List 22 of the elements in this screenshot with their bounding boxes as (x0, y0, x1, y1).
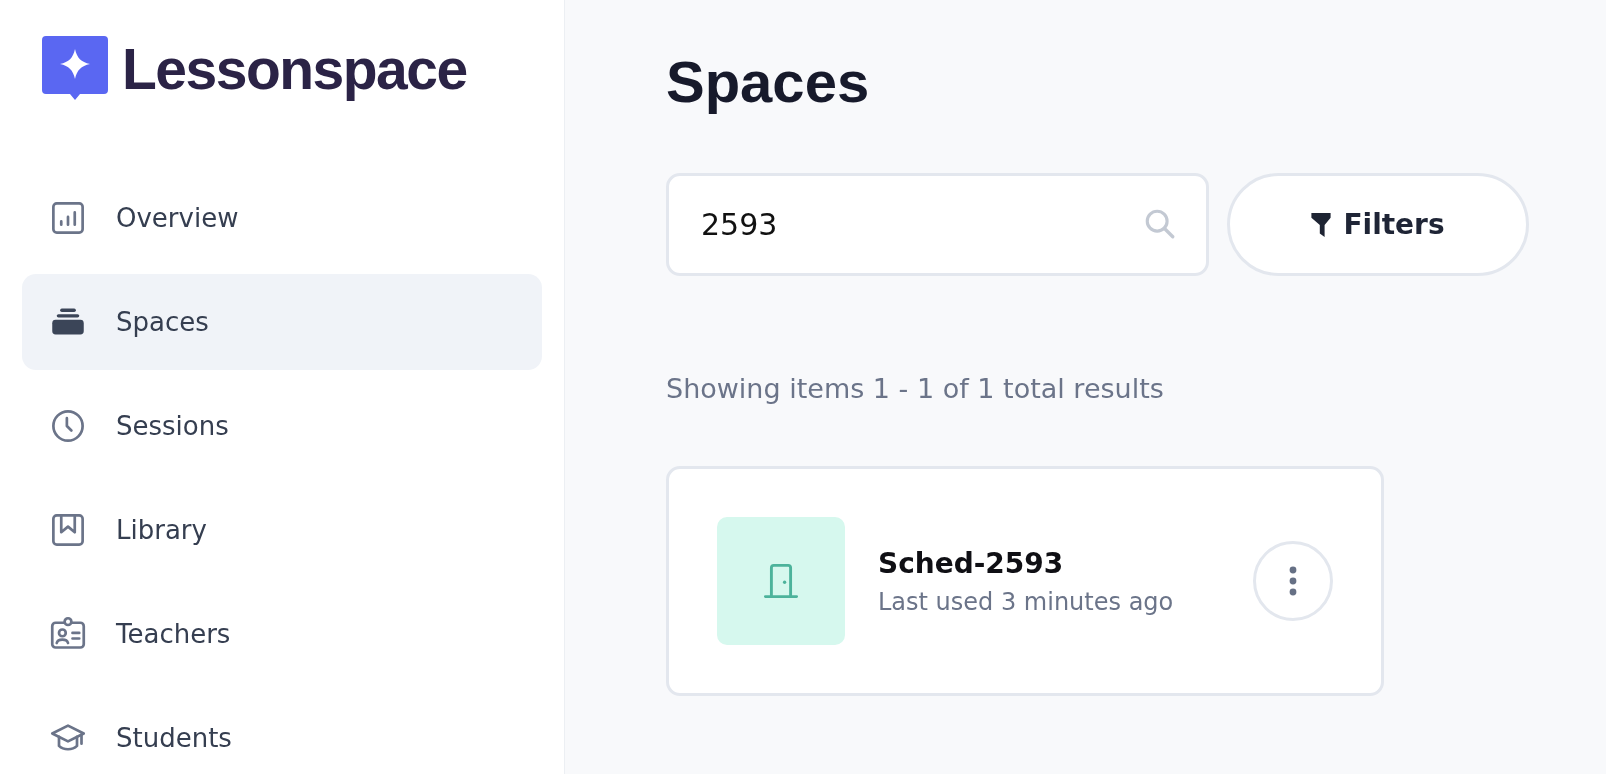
logo-icon (42, 36, 108, 102)
last-used-text: Last used 3 minutes ago (878, 587, 1175, 616)
nav-item[interactable]: Spaces (22, 274, 542, 370)
nav-item[interactable]: Library (22, 482, 542, 578)
clock-icon (50, 408, 86, 444)
search-field[interactable]: 2593 (666, 173, 1209, 276)
more-icon (1289, 566, 1297, 596)
chart-icon (50, 200, 86, 236)
nav-item[interactable]: Overview (22, 170, 542, 266)
nav-item[interactable]: Students (22, 690, 542, 774)
id-card-icon (50, 616, 86, 652)
space-card[interactable]: Sched-2593 Last used 3 minutes ago (666, 466, 1384, 696)
nav-item[interactable]: Sessions (22, 378, 542, 474)
space-name: Sched-2593 (878, 546, 1065, 580)
funnel-icon (1311, 212, 1332, 237)
filters-button[interactable]: Filters (1227, 173, 1529, 276)
bookmark-icon (50, 512, 86, 548)
search-icon[interactable] (1143, 207, 1177, 241)
nav-item[interactable]: Teachers (22, 586, 542, 682)
logo-text: Lessonspace (122, 36, 467, 102)
page-title: Spaces (666, 48, 871, 116)
results-summary: Showing items 1 - 1 of 1 total results (666, 373, 1165, 404)
